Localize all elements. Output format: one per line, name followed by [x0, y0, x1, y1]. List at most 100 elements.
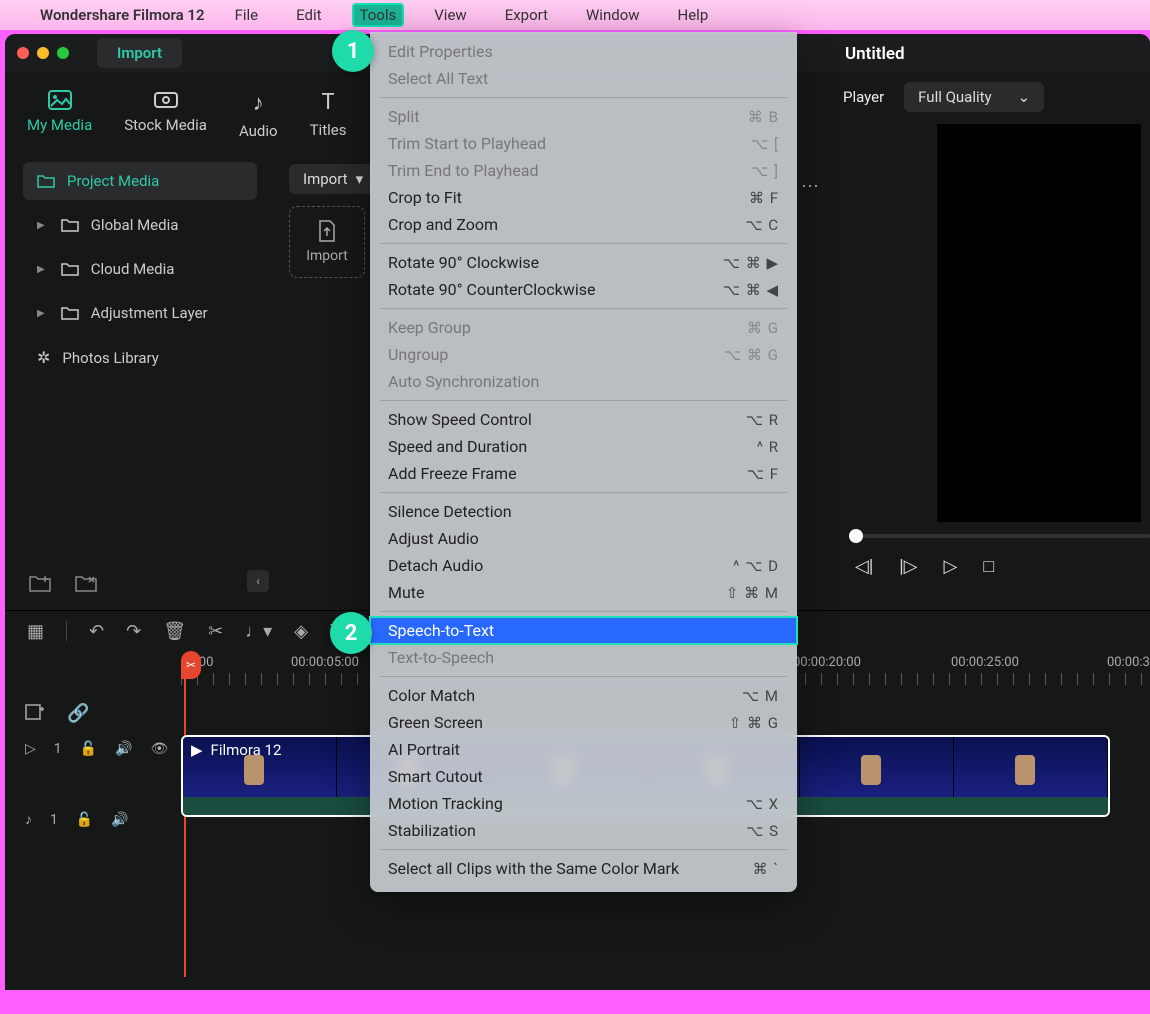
menu-item-label: Auto Synchronization	[388, 372, 539, 391]
menu-item-label: Speed and Duration	[388, 437, 527, 456]
menu-item-stabilization[interactable]: Stabilization⌥ S	[370, 817, 797, 844]
menu-item-select-all-text: Select All Text	[370, 65, 797, 92]
sidebar-item-global-media[interactable]: ▶ Global Media	[23, 206, 257, 244]
menu-item-speech-to-text[interactable]: Speech-to-Text	[370, 617, 797, 644]
menu-file[interactable]: File	[227, 3, 267, 27]
folder-icon	[61, 306, 79, 320]
tab-titles[interactable]: T Titles	[310, 90, 347, 140]
import-button[interactable]: Import	[97, 38, 182, 68]
menu-item-mute[interactable]: Mute⇧ ⌘ M	[370, 579, 797, 606]
scrub-track[interactable]	[849, 534, 1150, 538]
menu-item-speed-and-duration[interactable]: Speed and Duration^ R	[370, 433, 797, 460]
menu-item-label: Crop to Fit	[388, 188, 462, 207]
menu-item-motion-tracking[interactable]: Motion Tracking⌥ X	[370, 790, 797, 817]
menu-item-color-match[interactable]: Color Match⌥ M	[370, 682, 797, 709]
chevron-down-icon: ▾	[356, 170, 364, 188]
maximize-window-button[interactable]	[57, 47, 69, 59]
close-window-button[interactable]	[17, 47, 29, 59]
minimize-window-button[interactable]	[37, 47, 49, 59]
menu-item-trim-end-to-playhead: Trim End to Playhead⌥ ]	[370, 157, 797, 184]
menu-item-crop-and-zoom[interactable]: Crop and Zoom⌥ C	[370, 211, 797, 238]
annotation-badge-2: 2	[330, 612, 372, 654]
delete-button[interactable]: 🗑	[163, 621, 186, 642]
cut-button[interactable]: ✂	[208, 621, 223, 642]
menu-item-rotate-90-clockwise[interactable]: Rotate 90° Clockwise⌥ ⌘ ▶	[370, 249, 797, 276]
undo-button[interactable]: ↶	[89, 621, 104, 642]
folder-icon	[37, 174, 55, 188]
sidebar-item-photos-library[interactable]: ✲ Photos Library	[23, 338, 257, 377]
menu-item-crop-to-fit[interactable]: Crop to Fit⌘ F	[370, 184, 797, 211]
chevron-right-icon: ▶	[37, 264, 45, 275]
tab-my-media[interactable]: My Media	[27, 90, 92, 140]
menu-item-text-to-speech: Text-to-Speech	[370, 644, 797, 671]
menu-item-show-speed-control[interactable]: Show Speed Control⌥ R	[370, 406, 797, 433]
menu-item-rotate-90-counterclockwise[interactable]: Rotate 90° CounterClockwise⌥ ⌘ ◀	[370, 276, 797, 303]
app-name: Wondershare Filmora 12	[40, 6, 205, 24]
prev-frame-button[interactable]: ◁|	[855, 556, 873, 577]
menu-item-select-all-clips-with-the-same-color-mark[interactable]: Select all Clips with the Same Color Mar…	[370, 855, 797, 882]
visibility-button[interactable]: 👁	[151, 741, 169, 757]
menu-separator	[380, 97, 787, 98]
sidebar-item-cloud-media[interactable]: ▶ Cloud Media	[23, 250, 257, 288]
menu-item-label: Mute	[388, 583, 425, 602]
tab-audio[interactable]: ♪ Audio	[239, 90, 278, 140]
menu-window[interactable]: Window	[578, 3, 648, 27]
menu-item-shortcut: ⌥ ⌘ G	[724, 346, 779, 364]
marker-button[interactable]: ◈	[294, 621, 308, 642]
menu-item-shortcut: ⇧ ⌘ G	[729, 714, 779, 732]
menu-item-label: Ungroup	[388, 345, 448, 364]
layout-icon[interactable]: ▦	[27, 621, 44, 642]
sidebar-item-project-media[interactable]: Project Media	[23, 162, 257, 200]
speed-button[interactable]: ♩▾	[245, 621, 272, 642]
tab-label: Audio	[239, 122, 278, 140]
menu-item-ai-portrait[interactable]: AI Portrait	[370, 736, 797, 763]
lock-button[interactable]: 🔓	[76, 812, 93, 828]
menu-item-adjust-audio[interactable]: Adjust Audio	[370, 525, 797, 552]
collapse-sidebar-button[interactable]: ‹	[247, 570, 269, 592]
stop-button[interactable]: □	[983, 556, 994, 577]
media-icon	[48, 90, 72, 110]
playhead[interactable]: ✂	[181, 651, 201, 679]
menu-item-label: Color Match	[388, 686, 475, 705]
sidebar-footer	[29, 574, 97, 592]
titles-icon: T	[321, 90, 334, 115]
menu-item-label: Green Screen	[388, 713, 483, 732]
lock-button[interactable]: 🔓	[80, 741, 97, 757]
menu-item-smart-cutout[interactable]: Smart Cutout	[370, 763, 797, 790]
menu-item-silence-detection[interactable]: Silence Detection	[370, 498, 797, 525]
menu-item-label: Trim End to Playhead	[388, 161, 539, 180]
quality-select[interactable]: Full Quality ⌄	[904, 82, 1044, 112]
link-button[interactable]: 🔗	[67, 703, 89, 724]
more-options-icon[interactable]: ⋯	[801, 176, 819, 197]
transport-controls: ◁| |▷ ▷ □	[855, 556, 1150, 577]
tab-stock-media[interactable]: Stock Media	[124, 90, 207, 140]
menu-item-green-screen[interactable]: Green Screen ⇧ ⌘ G	[370, 709, 797, 736]
menu-separator	[380, 849, 787, 850]
redo-button[interactable]: ↷	[126, 621, 141, 642]
menu-item-add-freeze-frame[interactable]: Add Freeze Frame⌥ F	[370, 460, 797, 487]
menu-item-label: Adjust Audio	[388, 529, 479, 548]
scrub-thumb[interactable]	[849, 529, 863, 543]
import-dropdown[interactable]: Import ▾	[289, 164, 377, 194]
menu-view[interactable]: View	[426, 3, 474, 27]
menu-item-keep-group: Keep Group⌘ G	[370, 314, 797, 341]
add-track-button[interactable]	[25, 703, 45, 724]
mute-button[interactable]: 🔊	[111, 812, 128, 828]
menu-export[interactable]: Export	[497, 3, 556, 27]
menu-item-detach-audio[interactable]: Detach Audio^ ⌥ D	[370, 552, 797, 579]
mute-button[interactable]: 🔊	[115, 741, 132, 757]
next-frame-button[interactable]: |▷	[899, 556, 917, 577]
menu-edit[interactable]: Edit	[288, 3, 329, 27]
sidebar-item-label: Global Media	[91, 216, 179, 234]
menu-item-label: Show Speed Control	[388, 410, 532, 429]
menu-tools[interactable]: Tools	[352, 3, 405, 27]
menu-item-shortcut: ⌥ X	[746, 795, 779, 813]
menu-item-label: Add Freeze Frame	[388, 464, 517, 483]
import-drop-zone[interactable]: Import	[289, 206, 365, 278]
remove-folder-icon[interactable]	[75, 574, 97, 592]
sidebar-item-adjustment-layer[interactable]: ▶ Adjustment Layer	[23, 294, 257, 332]
play-button[interactable]: ▷	[944, 556, 958, 577]
new-folder-icon[interactable]	[29, 574, 51, 592]
menu-help[interactable]: Help	[670, 3, 717, 27]
sidebar-item-label: Photos Library	[62, 349, 158, 367]
